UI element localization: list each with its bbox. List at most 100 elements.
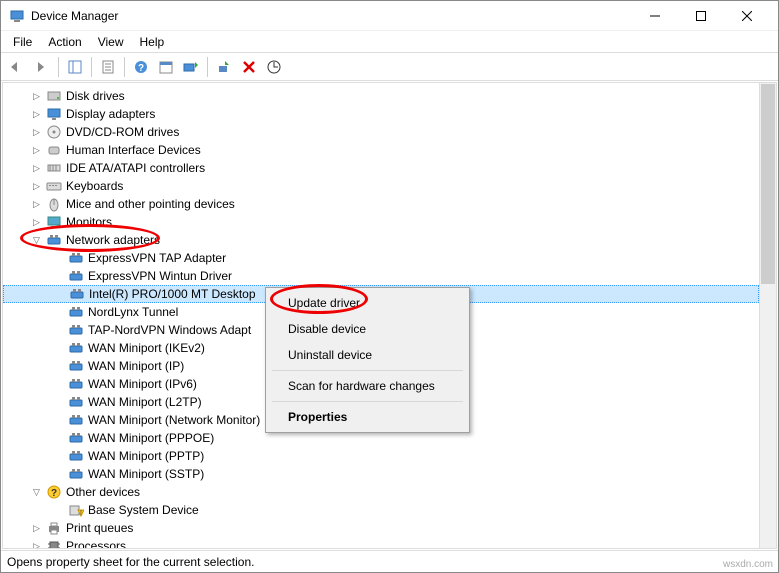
tree-node[interactable]: ▷ Human Interface Devices (3, 141, 759, 159)
tree-node-label: Network adapters (66, 233, 160, 247)
tree-node-label: NordLynx Tunnel (88, 305, 178, 319)
tree-node[interactable]: ▷ Display adapters (3, 105, 759, 123)
menu-help[interactable]: Help (132, 33, 173, 51)
monitor-icon (46, 214, 62, 230)
tree-node-label: Print queues (66, 521, 133, 535)
display-icon (46, 106, 62, 122)
tree-node-label: WAN Miniport (IKEv2) (88, 341, 205, 355)
tree-node-label: Mice and other pointing devices (66, 197, 235, 211)
ctx-separator (272, 370, 463, 371)
expand-icon[interactable]: ▷ (31, 541, 42, 550)
enable-device-button[interactable] (212, 55, 236, 79)
net-icon (68, 304, 84, 320)
tree-node[interactable]: ▷ Mice and other pointing devices (3, 195, 759, 213)
kbd-icon (46, 178, 62, 194)
net-icon (69, 286, 85, 302)
toolbar-separator (207, 57, 208, 77)
expand-icon[interactable]: ▷ (31, 109, 42, 120)
ctx-update-driver[interactable]: Update driver (268, 290, 467, 316)
hid-icon (46, 142, 62, 158)
show-hide-console-button[interactable] (63, 55, 87, 79)
tree-node-label: Keyboards (66, 179, 123, 193)
dvd-icon (46, 124, 62, 140)
tree-node-label: WAN Miniport (SSTP) (88, 467, 204, 481)
ctx-properties[interactable]: Properties (268, 404, 467, 430)
tree-node[interactable]: ▷ DVD/CD-ROM drives (3, 123, 759, 141)
net-icon (46, 232, 62, 248)
uninstall-button[interactable] (237, 55, 261, 79)
tree-node[interactable]: ▷ Monitors (3, 213, 759, 231)
tree-node[interactable]: WAN Miniport (PPTP) (3, 447, 759, 465)
tree-node-label: WAN Miniport (IPv6) (88, 377, 197, 391)
tree-node[interactable]: ▽?Other devices (3, 483, 759, 501)
toolbar-separator (91, 57, 92, 77)
other-icon: ? (46, 484, 62, 500)
tree-node[interactable]: WAN Miniport (SSTP) (3, 465, 759, 483)
watermark: wsxdn.com (723, 559, 773, 570)
menu-view[interactable]: View (90, 33, 132, 51)
tree-node-label: IDE ATA/ATAPI controllers (66, 161, 205, 175)
tree-node-label: Monitors (66, 215, 112, 229)
svg-text:?: ? (138, 63, 144, 74)
expand-icon[interactable]: ▷ (31, 163, 42, 174)
toolbar: ? (1, 53, 778, 81)
ctx-uninstall-device[interactable]: Uninstall device (268, 342, 467, 368)
net-icon (68, 448, 84, 464)
expand-icon[interactable]: ▷ (31, 199, 42, 210)
cpu-icon (46, 538, 62, 549)
expand-icon[interactable]: ▷ (31, 127, 42, 138)
net-icon (68, 250, 84, 266)
tree-node-label: WAN Miniport (IP) (88, 359, 184, 373)
tree-node-label: Processors (66, 539, 126, 549)
tree-node-label: Base System Device (88, 503, 199, 517)
ide-icon (46, 160, 62, 176)
tree-node[interactable]: ▷Disk drives (3, 87, 759, 105)
tree-node[interactable]: ▷ Keyboards (3, 177, 759, 195)
tree-node-label: WAN Miniport (PPTP) (88, 449, 204, 463)
collapse-icon[interactable]: ▽ (31, 487, 42, 498)
tree-node-label: WAN Miniport (L2TP) (88, 395, 202, 409)
net-icon (68, 394, 84, 410)
tree-node[interactable]: ExpressVPN Wintun Driver (3, 267, 759, 285)
tree-node[interactable]: ▷ Print queues (3, 519, 759, 537)
ctx-disable-device[interactable]: Disable device (268, 316, 467, 342)
ctx-scan-hardware[interactable]: Scan for hardware changes (268, 373, 467, 399)
tree-node[interactable]: ▷ Processors (3, 537, 759, 549)
statusbar: Opens property sheet for the current sel… (1, 550, 778, 572)
close-button[interactable] (724, 1, 770, 31)
back-button[interactable] (5, 55, 29, 79)
help-button[interactable]: ? (129, 55, 153, 79)
update-driver-button[interactable] (179, 55, 203, 79)
expand-icon[interactable]: ▷ (31, 91, 42, 102)
minimize-button[interactable] (632, 1, 678, 31)
properties-button[interactable] (96, 55, 120, 79)
expand-icon[interactable]: ▷ (31, 145, 42, 156)
net-icon (68, 358, 84, 374)
scroll-thumb[interactable] (761, 84, 775, 284)
expand-icon[interactable]: ▷ (31, 181, 42, 192)
collapse-icon[interactable]: ▽ (31, 235, 42, 246)
tree-node[interactable]: ExpressVPN TAP Adapter (3, 249, 759, 267)
vertical-scrollbar[interactable] (759, 83, 776, 548)
forward-button[interactable] (30, 55, 54, 79)
tree-node-label: Human Interface Devices (66, 143, 201, 157)
tree-node[interactable]: ! Base System Device (3, 501, 759, 519)
tree-node-label: ExpressVPN Wintun Driver (88, 269, 232, 283)
menu-file[interactable]: File (5, 33, 40, 51)
calendar-icon[interactable] (154, 55, 178, 79)
other-warn-icon: ! (68, 502, 84, 518)
net-icon (68, 412, 84, 428)
expand-icon[interactable]: ▷ (31, 217, 42, 228)
tree-node-label: DVD/CD-ROM drives (66, 125, 179, 139)
expand-icon[interactable]: ▷ (31, 523, 42, 534)
scan-hardware-button[interactable] (262, 55, 286, 79)
net-icon (68, 268, 84, 284)
tree-node-label: Intel(R) PRO/1000 MT Desktop (89, 287, 256, 301)
tree-node-label: TAP-NordVPN Windows Adapt (88, 323, 251, 337)
menu-action[interactable]: Action (40, 33, 89, 51)
tree-node[interactable]: ▽ Network adapters (3, 231, 759, 249)
tree-node[interactable]: ▷ IDE ATA/ATAPI controllers (3, 159, 759, 177)
maximize-button[interactable] (678, 1, 724, 31)
tree-node-label: Display adapters (66, 107, 155, 121)
tree-node-label: ExpressVPN TAP Adapter (88, 251, 226, 265)
